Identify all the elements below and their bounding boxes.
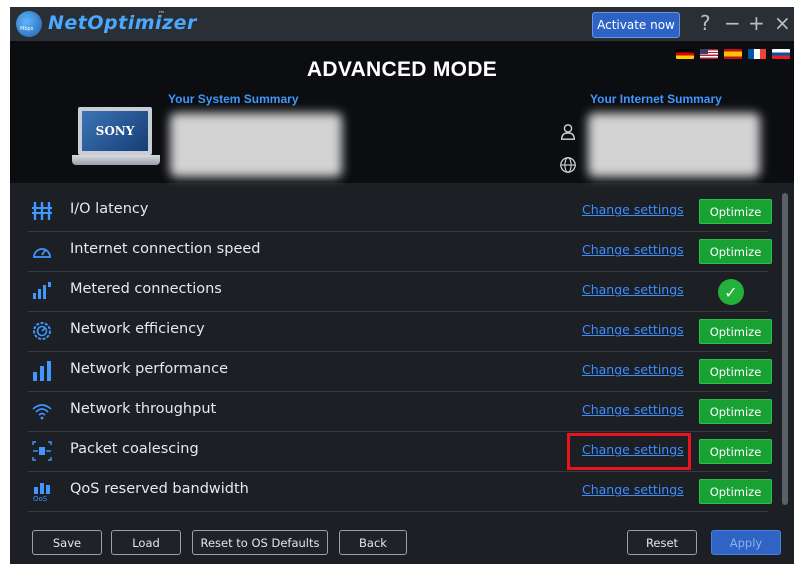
optimize-button[interactable]: Optimize xyxy=(699,439,772,464)
maximize-button[interactable]: + xyxy=(748,13,765,33)
row-label: QoS reserved bandwidth xyxy=(70,481,249,497)
list-item: Metered connections Change settings ✓ xyxy=(28,271,768,312)
system-summary-label: Your System Summary xyxy=(168,92,299,106)
svg-text:QoS: QoS xyxy=(33,495,48,501)
optimize-button[interactable]: Optimize xyxy=(699,359,772,384)
list-item: I/O latency Change settings Optimize xyxy=(28,191,772,232)
change-settings-link[interactable]: Change settings xyxy=(582,482,684,497)
internet-summary-label: Your Internet Summary xyxy=(590,92,722,106)
footer-toolbar: Save Load Reset to OS Defaults Back Rese… xyxy=(10,517,794,564)
row-label: Metered connections xyxy=(70,281,222,297)
app-logo-icon: Mbps xyxy=(16,11,42,37)
optimize-button[interactable]: Optimize xyxy=(699,399,772,424)
user-icon xyxy=(561,124,575,140)
row-label: Network performance xyxy=(70,361,229,377)
close-button[interactable]: × xyxy=(774,13,791,33)
change-settings-link[interactable]: Change settings xyxy=(582,402,684,417)
internet-summary-blurred xyxy=(588,113,760,177)
list-item: Internet connection speed Change setting… xyxy=(28,231,772,272)
help-button[interactable]: ? xyxy=(700,13,711,33)
summary-header: ADVANCED MODE SONY Your System Summary Y… xyxy=(10,41,794,183)
app-logo-text: NetOptimizer xyxy=(48,12,197,34)
activate-now-button[interactable]: Activate now xyxy=(592,12,680,38)
row-label: Internet connection speed xyxy=(70,241,261,257)
apply-button[interactable]: Apply xyxy=(711,530,781,555)
globe-icon xyxy=(560,157,576,173)
optimize-button[interactable]: Optimize xyxy=(699,479,772,504)
optimize-button[interactable]: Optimize xyxy=(699,239,772,264)
laptop-brand: SONY xyxy=(95,124,135,138)
change-settings-link[interactable]: Change settings xyxy=(582,362,684,377)
packet-coalescing-icon xyxy=(32,441,52,461)
list-item: QoS QoS reserved bandwidth Change settin… xyxy=(28,471,772,512)
trademark-mark: ™ xyxy=(158,10,165,18)
list-item: Network throughput Change settings Optim… xyxy=(28,391,772,432)
io-latency-icon xyxy=(32,202,52,220)
optimized-check-icon: ✓ xyxy=(718,279,744,305)
optimize-button[interactable]: Optimize xyxy=(699,319,772,344)
load-button[interactable]: Load xyxy=(111,530,181,555)
laptop-icon: SONY xyxy=(72,107,160,169)
list-item: Network performance Change settings Opti… xyxy=(28,351,772,392)
highlight-box xyxy=(567,433,691,470)
qos-icon: QoS xyxy=(33,483,50,501)
scrollbar[interactable] xyxy=(782,193,788,505)
gear-gauge-icon xyxy=(33,322,51,340)
change-settings-link[interactable]: Change settings xyxy=(582,242,684,257)
optimize-button[interactable]: Optimize xyxy=(699,199,772,224)
title-bar: Mbps NetOptimizer ™ Activate now ? − + × xyxy=(10,7,794,41)
minimize-button[interactable]: − xyxy=(724,13,741,33)
bar-chart-icon xyxy=(33,361,51,381)
save-button[interactable]: Save xyxy=(32,530,102,555)
change-settings-link[interactable]: Change settings xyxy=(582,282,684,297)
row-label: Packet coalescing xyxy=(70,441,199,457)
list-item: Network efficiency Change settings Optim… xyxy=(28,311,772,352)
row-label: Network efficiency xyxy=(70,321,205,337)
page-title: ADVANCED MODE xyxy=(306,58,498,81)
logo-sub-label: Mbps xyxy=(20,26,34,32)
wifi-icon xyxy=(32,404,52,420)
metered-connections-icon xyxy=(33,282,51,299)
reset-os-defaults-button[interactable]: Reset to OS Defaults xyxy=(192,530,328,555)
reset-button[interactable]: Reset xyxy=(627,530,697,555)
change-settings-link[interactable]: Change settings xyxy=(582,322,684,337)
netoptimizer-window: Mbps NetOptimizer ™ Activate now ? − + ×… xyxy=(10,7,794,564)
system-summary-blurred xyxy=(170,113,342,177)
row-label: I/O latency xyxy=(70,201,149,217)
back-button[interactable]: Back xyxy=(339,530,407,555)
change-settings-link[interactable]: Change settings xyxy=(582,202,684,217)
speedometer-icon xyxy=(33,248,51,258)
row-label: Network throughput xyxy=(70,401,217,417)
